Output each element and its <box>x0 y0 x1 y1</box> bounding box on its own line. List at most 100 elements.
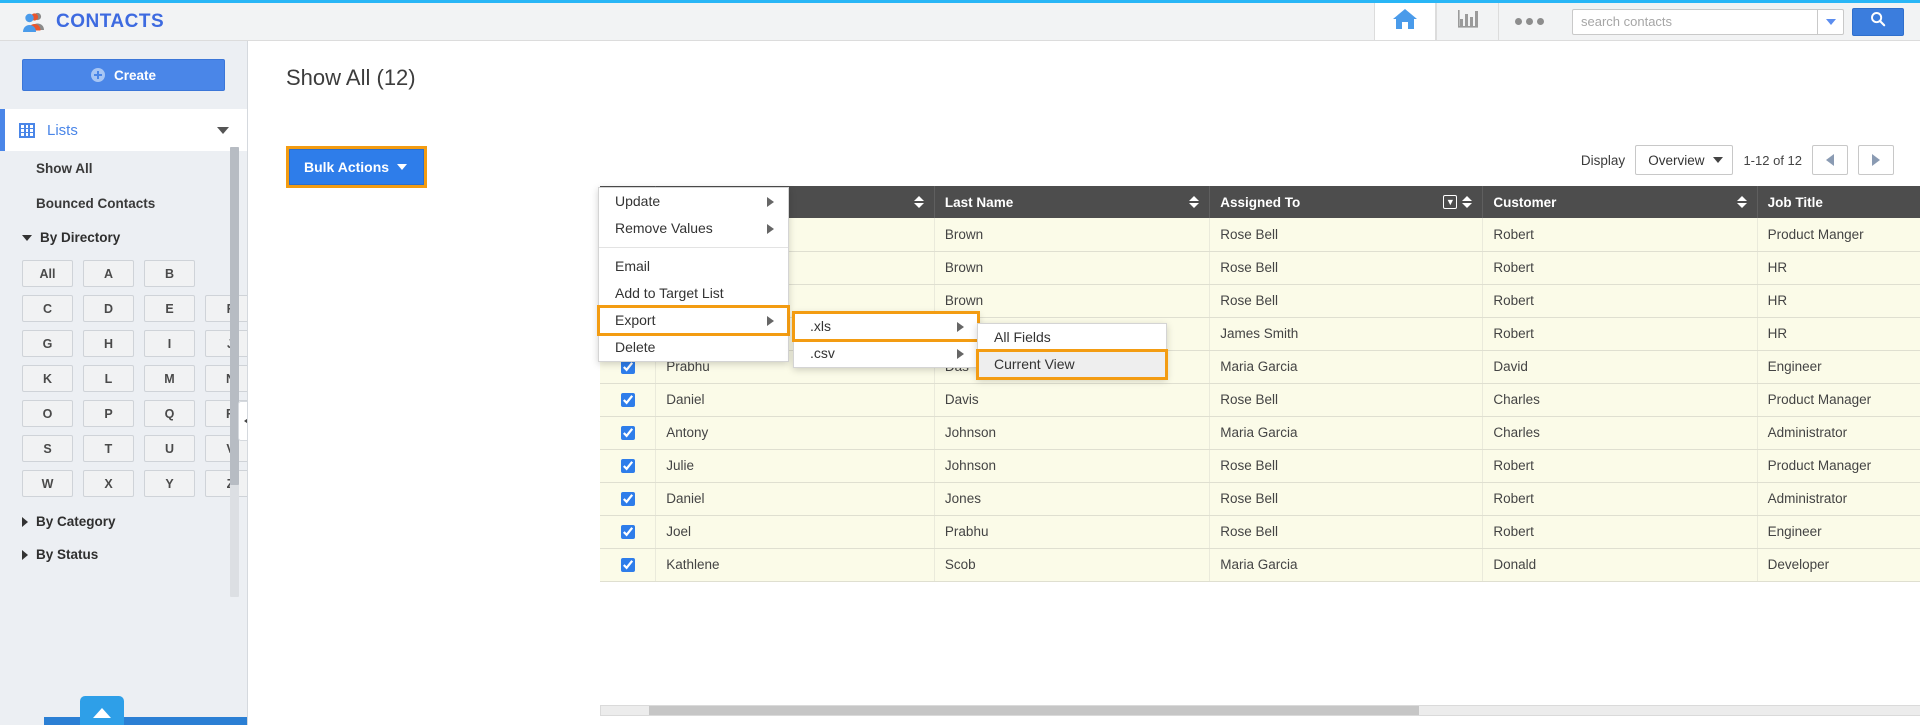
table-scrollbar-thumb[interactable] <box>649 706 1419 715</box>
brand: CONTACTS <box>0 3 164 40</box>
menu-item-update[interactable]: Update <box>599 188 788 215</box>
alpha-o[interactable]: O <box>22 400 73 427</box>
table-row[interactable]: Daniel Davis Rose Bell Charles Product M… <box>600 383 1920 416</box>
cell-assigned-to: Rose Bell <box>1210 218 1483 251</box>
menu-item-xls[interactable]: .xls <box>794 313 978 340</box>
row-checkbox-cell[interactable] <box>600 515 656 548</box>
table-row[interactable]: Kathlene Scob Maria Garcia Donald Develo… <box>600 548 1920 581</box>
row-checkbox-cell[interactable] <box>600 482 656 515</box>
alpha-x[interactable]: X <box>83 470 134 497</box>
search-dropdown-toggle[interactable] <box>1817 10 1843 34</box>
sidebar-scrollbar[interactable] <box>230 147 239 597</box>
display-select[interactable]: Overview <box>1635 145 1733 175</box>
display-select-value: Overview <box>1648 153 1704 168</box>
table-horizontal-scrollbar[interactable] <box>600 705 1920 716</box>
menu-item-all-fields[interactable]: All Fields <box>978 324 1166 351</box>
filter-icon[interactable]: ▼ <box>1443 195 1457 209</box>
th-assigned-to[interactable]: Assigned To ▼ <box>1210 186 1483 218</box>
menu-item-csv[interactable]: .csv <box>794 340 978 367</box>
alpha-j[interactable]: J <box>205 330 248 357</box>
sort-icon[interactable] <box>914 195 924 209</box>
alpha-f[interactable]: F <box>205 295 248 322</box>
home-button[interactable] <box>1374 3 1436 40</box>
scroll-to-top-button[interactable] <box>80 696 124 725</box>
th-last-name[interactable]: Last Name <box>934 186 1209 218</box>
create-button[interactable]: Create <box>22 59 225 91</box>
sidebar-collapse-button[interactable] <box>238 401 248 441</box>
sort-icon[interactable] <box>1462 195 1472 209</box>
sidebar-group-by-directory[interactable]: By Directory <box>0 221 247 254</box>
alpha-k[interactable]: K <box>22 365 73 392</box>
alpha-w[interactable]: W <box>22 470 73 497</box>
alpha-d[interactable]: D <box>83 295 134 322</box>
table-head: First Name Last Name A <box>600 186 1920 218</box>
chevron-left-icon <box>1826 154 1834 166</box>
alpha-i[interactable]: I <box>144 330 195 357</box>
table-row[interactable]: Joel Prabhu Rose Bell Robert Engineer <box>600 515 1920 548</box>
next-page-button[interactable] <box>1858 145 1894 175</box>
alpha-m[interactable]: M <box>144 365 195 392</box>
alpha-p[interactable]: P <box>83 400 134 427</box>
sidebar-section-lists[interactable]: Lists <box>0 109 247 151</box>
search-button[interactable] <box>1852 8 1904 36</box>
chevron-right-icon <box>957 349 964 359</box>
alpha-g[interactable]: G <box>22 330 73 357</box>
alpha-z[interactable]: Z <box>205 470 248 497</box>
table-row[interactable]: Sandra Brown Rose Bell Robert Product Ma… <box>600 218 1920 251</box>
sort-icon[interactable] <box>1737 195 1747 209</box>
alpha-s[interactable]: S <box>22 435 73 462</box>
alpha-b[interactable]: B <box>144 260 195 287</box>
menu-item-remove-values[interactable]: Remove Values <box>599 215 788 242</box>
sidebar-group-by-status[interactable]: By Status <box>0 538 247 571</box>
reports-button[interactable] <box>1436 3 1498 40</box>
alpha-a[interactable]: A <box>83 260 134 287</box>
alpha-c[interactable]: C <box>22 295 73 322</box>
cell-first-name: Antony <box>656 416 935 449</box>
alpha-t[interactable]: T <box>83 435 134 462</box>
menu-item-email[interactable]: Email <box>599 253 788 280</box>
menu-item-add-to-target-list[interactable]: Add to Target List <box>599 280 788 307</box>
alpha-all[interactable]: All <box>22 260 73 287</box>
search-box[interactable] <box>1572 9 1844 35</box>
more-menu-button[interactable] <box>1498 3 1560 40</box>
chevron-down-icon[interactable] <box>217 127 229 134</box>
row-checkbox[interactable] <box>621 459 635 473</box>
menu-item-current-view[interactable]: Current View <box>978 351 1166 378</box>
row-checkbox[interactable] <box>621 558 635 572</box>
alpha-q[interactable]: Q <box>144 400 195 427</box>
prev-page-button[interactable] <box>1812 145 1848 175</box>
sidebar-item-bounced-contacts[interactable]: Bounced Contacts <box>0 186 247 221</box>
alpha-u[interactable]: U <box>144 435 195 462</box>
cell-customer: Robert <box>1483 449 1757 482</box>
row-checkbox-cell[interactable] <box>600 548 656 581</box>
sidebar-group-by-category[interactable]: By Category <box>0 505 247 538</box>
table-row[interactable]: Daniel Jones Rose Bell Robert Administra… <box>600 482 1920 515</box>
bulk-actions-button[interactable]: Bulk Actions <box>289 149 424 185</box>
table-row[interactable]: Julie Johnson Rose Bell Robert Product M… <box>600 449 1920 482</box>
row-checkbox-cell[interactable] <box>600 416 656 449</box>
alpha-l[interactable]: L <box>83 365 134 392</box>
search-input[interactable] <box>1573 10 1843 34</box>
cell-assigned-to: Rose Bell <box>1210 383 1483 416</box>
alpha-n[interactable]: N <box>205 365 248 392</box>
menu-item-delete[interactable]: Delete <box>599 334 788 361</box>
alpha-h[interactable]: H <box>83 330 134 357</box>
row-checkbox[interactable] <box>621 492 635 506</box>
table-row[interactable]: Sara Brown Rose Bell Robert HR <box>600 251 1920 284</box>
row-checkbox[interactable] <box>621 426 635 440</box>
row-checkbox[interactable] <box>621 525 635 539</box>
sidebar-group-label: By Directory <box>40 230 120 245</box>
menu-item-label: Remove Values <box>615 219 713 238</box>
cell-assigned-to: Maria Garcia <box>1210 416 1483 449</box>
alpha-y[interactable]: Y <box>144 470 195 497</box>
table-row[interactable]: Antony Johnson Maria Garcia Charles Admi… <box>600 416 1920 449</box>
sidebar-item-show-all[interactable]: Show All <box>0 151 247 186</box>
menu-item-export[interactable]: Export <box>599 307 788 334</box>
row-checkbox-cell[interactable] <box>600 449 656 482</box>
th-job-title[interactable]: Job Title <box>1757 186 1920 218</box>
row-checkbox[interactable] <box>621 393 635 407</box>
alpha-e[interactable]: E <box>144 295 195 322</box>
row-checkbox-cell[interactable] <box>600 383 656 416</box>
sort-icon[interactable] <box>1189 195 1199 209</box>
th-customer[interactable]: Customer <box>1483 186 1757 218</box>
